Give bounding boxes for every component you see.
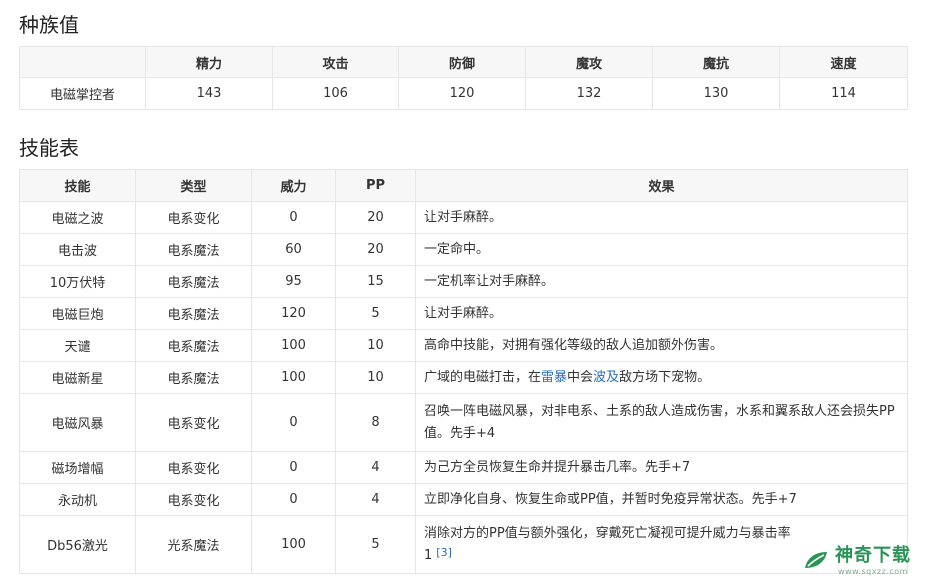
reference-link[interactable]: [3] bbox=[436, 546, 452, 559]
skill-name: 电磁风暴 bbox=[19, 393, 136, 452]
skill-type: 电系变化 bbox=[135, 393, 252, 452]
effect-text: 广域的电磁打击，在 bbox=[424, 369, 542, 385]
skill-pp: 20 bbox=[335, 201, 416, 234]
skill-effect: 让对手麻醉。 bbox=[415, 297, 908, 330]
skill-name: 天谴 bbox=[19, 329, 136, 362]
skill-name: 磁场增幅 bbox=[19, 451, 136, 484]
stats-table: 精力 攻击 防御 魔攻 魔抗 速度 电磁掌控者 143 106 120 132 … bbox=[19, 46, 908, 110]
skill-pp: 4 bbox=[335, 451, 416, 484]
stats-attack-value: 106 bbox=[272, 77, 399, 110]
effect-text-line2: 1 bbox=[424, 547, 433, 563]
skill-pp: 5 bbox=[335, 297, 416, 330]
skill-name: 永动机 bbox=[19, 483, 136, 516]
skills-header-type: 类型 bbox=[135, 169, 252, 202]
table-row: 10万伏特 电系魔法 95 15 一定机率让对手麻醉。 bbox=[19, 265, 908, 298]
stats-header-blank bbox=[19, 46, 146, 78]
skill-effect: 广域的电磁打击，在雷暴中会波及敌方场下宠物。 bbox=[415, 361, 908, 394]
skill-name: Db56激光 bbox=[19, 515, 136, 574]
skill-type: 电系变化 bbox=[135, 201, 252, 234]
skill-name: 电磁巨炮 bbox=[19, 297, 136, 330]
table-row: 磁场增幅 电系变化 0 4 为己方全员恢复生命并提升暴击几率。先手+7 bbox=[19, 451, 908, 484]
skill-type: 电系魔法 bbox=[135, 297, 252, 330]
table-row: 天谴 电系魔法 100 10 高命中技能，对拥有强化等级的敌人追加额外伤害。 bbox=[19, 329, 908, 362]
skill-power: 0 bbox=[251, 483, 336, 516]
effect-text: 敌方场下宠物。 bbox=[619, 369, 711, 385]
table-row: 电磁新星 电系魔法 100 10 广域的电磁打击，在雷暴中会波及敌方场下宠物。 bbox=[19, 361, 908, 394]
stats-magic-attack-value: 132 bbox=[525, 77, 653, 110]
stats-magic-defense-value: 130 bbox=[652, 77, 780, 110]
skill-power: 100 bbox=[251, 361, 336, 394]
skill-pp: 4 bbox=[335, 483, 416, 516]
skill-type: 电系变化 bbox=[135, 483, 252, 516]
table-row: 电磁风暴 电系变化 0 8 召唤一阵电磁风暴，对非电系、土系的敌人造成伤害，水系… bbox=[19, 393, 908, 452]
skill-name: 电磁之波 bbox=[19, 201, 136, 234]
skill-effect: 为己方全员恢复生命并提升暴击几率。先手+7 bbox=[415, 451, 908, 484]
skill-pp: 20 bbox=[335, 233, 416, 266]
table-row: 电击波 电系魔法 60 20 一定命中。 bbox=[19, 233, 908, 266]
skill-name: 电磁新星 bbox=[19, 361, 136, 394]
stats-header-speed: 速度 bbox=[779, 46, 908, 78]
skill-power: 120 bbox=[251, 297, 336, 330]
skills-table: 技能 类型 威力 PP 效果 电磁之波 电系变化 0 20 让对手麻醉。 电击波… bbox=[19, 169, 908, 574]
skill-effect: 立即净化自身、恢复生命或PP值，并暂时免疫异常状态。先手+7 bbox=[415, 483, 908, 516]
stats-section-title: 种族值 bbox=[19, 13, 79, 37]
stats-header-hp: 精力 bbox=[145, 46, 273, 78]
skill-effect: 高命中技能，对拥有强化等级的敌人追加额外伤害。 bbox=[415, 329, 908, 362]
skill-power: 100 bbox=[251, 329, 336, 362]
skills-header-pp: PP bbox=[335, 169, 416, 202]
skill-effect: 一定机率让对手麻醉。 bbox=[415, 265, 908, 298]
stats-header-row: 精力 攻击 防御 魔攻 魔抗 速度 bbox=[19, 46, 908, 78]
skill-type: 电系魔法 bbox=[135, 329, 252, 362]
skill-pp: 5 bbox=[335, 515, 416, 574]
skill-type: 光系魔法 bbox=[135, 515, 252, 574]
watermark-title: 神奇下载 bbox=[835, 545, 911, 566]
stats-hp-value: 143 bbox=[145, 77, 273, 110]
skill-power: 60 bbox=[251, 233, 336, 266]
skills-section-title: 技能表 bbox=[19, 136, 79, 160]
skill-power: 0 bbox=[251, 393, 336, 452]
stats-header-magic-attack: 魔攻 bbox=[525, 46, 653, 78]
skill-type: 电系魔法 bbox=[135, 265, 252, 298]
stats-header-magic-defense: 魔抗 bbox=[652, 46, 780, 78]
skill-power: 100 bbox=[251, 515, 336, 574]
skill-type: 电系魔法 bbox=[135, 233, 252, 266]
skill-pp: 10 bbox=[335, 329, 416, 362]
skill-pp: 15 bbox=[335, 265, 416, 298]
skills-header-skill: 技能 bbox=[19, 169, 136, 202]
skill-type: 电系魔法 bbox=[135, 361, 252, 394]
skill-power: 0 bbox=[251, 451, 336, 484]
table-row: 电磁巨炮 电系魔法 120 5 让对手麻醉。 bbox=[19, 297, 908, 330]
leaf-logo-icon bbox=[805, 552, 827, 568]
skill-effect: 一定命中。 bbox=[415, 233, 908, 266]
watermark-url: www.sqxzz.com bbox=[838, 567, 908, 576]
skill-type: 电系变化 bbox=[135, 451, 252, 484]
stats-defense-value: 120 bbox=[398, 77, 526, 110]
stats-row: 电磁掌控者 143 106 120 132 130 114 bbox=[19, 77, 908, 110]
site-watermark: 神奇下载 www.sqxzz.com bbox=[803, 541, 911, 576]
skill-effect: 让对手麻醉。 bbox=[415, 201, 908, 234]
thunderstorm-link[interactable]: 雷暴 bbox=[541, 370, 567, 385]
effect-text: 消除对方的PP值与额外强化，穿戴死亡凝视可提升威力与暴击率 bbox=[424, 525, 791, 541]
stats-header-attack: 攻击 bbox=[272, 46, 399, 78]
skills-header-power: 威力 bbox=[251, 169, 336, 202]
skills-header-effect: 效果 bbox=[415, 169, 908, 202]
table-row: Db56激光 光系魔法 100 5 消除对方的PP值与额外强化，穿戴死亡凝视可提… bbox=[19, 515, 908, 574]
skill-power: 0 bbox=[251, 201, 336, 234]
skill-pp: 8 bbox=[335, 393, 416, 452]
splash-link[interactable]: 波及 bbox=[593, 370, 619, 385]
table-row: 永动机 电系变化 0 4 立即净化自身、恢复生命或PP值，并暂时免疫异常状态。先… bbox=[19, 483, 908, 516]
stats-pet-name: 电磁掌控者 bbox=[19, 77, 146, 110]
skills-header-row: 技能 类型 威力 PP 效果 bbox=[19, 169, 908, 202]
effect-text: 中会 bbox=[567, 369, 594, 385]
stats-speed-value: 114 bbox=[779, 77, 908, 110]
skill-name: 电击波 bbox=[19, 233, 136, 266]
skill-name: 10万伏特 bbox=[19, 265, 136, 298]
skill-effect: 召唤一阵电磁风暴，对非电系、土系的敌人造成伤害，水系和翼系敌人还会损失PP值。先… bbox=[415, 393, 908, 452]
table-row: 电磁之波 电系变化 0 20 让对手麻醉。 bbox=[19, 201, 908, 234]
skill-power: 95 bbox=[251, 265, 336, 298]
skill-pp: 10 bbox=[335, 361, 416, 394]
stats-header-defense: 防御 bbox=[398, 46, 526, 78]
